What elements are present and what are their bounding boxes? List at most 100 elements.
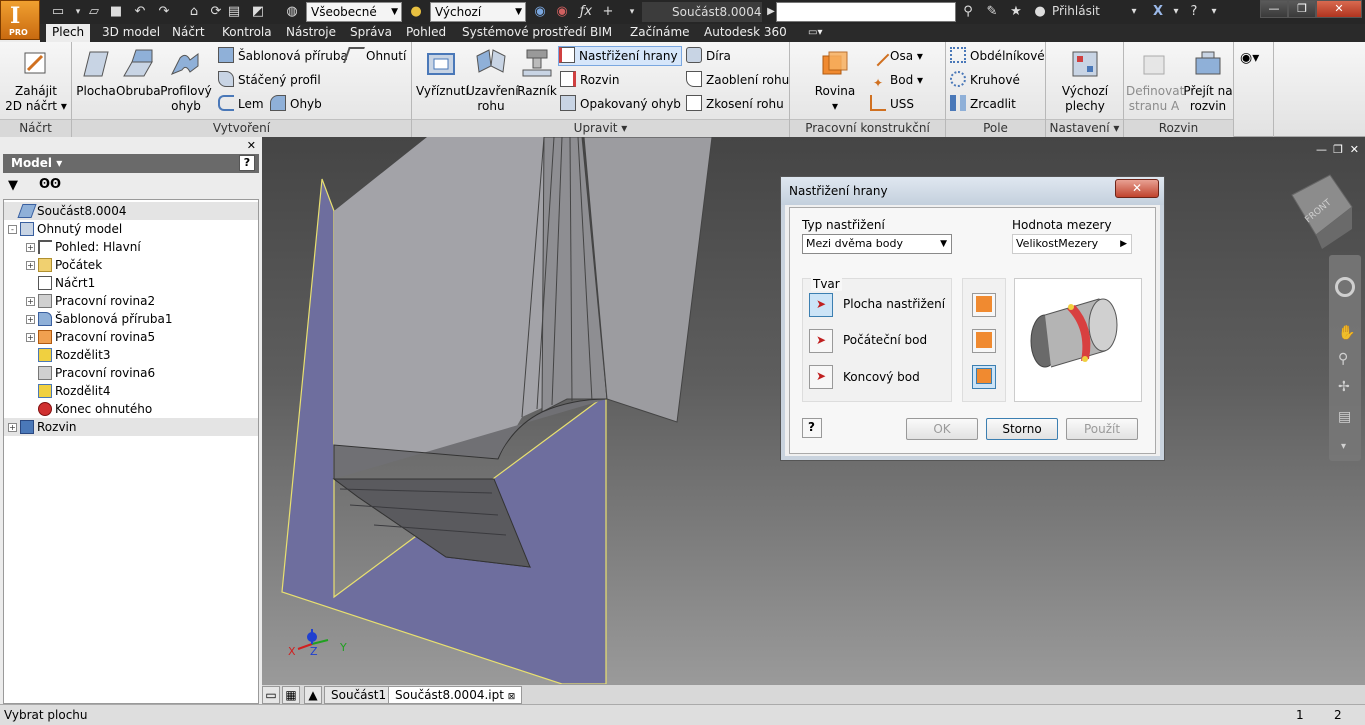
tree-node[interactable]: Náčrt1 bbox=[4, 274, 258, 292]
star-icon[interactable]: ★ bbox=[1008, 4, 1024, 20]
tab-3d-model[interactable]: 3D model bbox=[96, 24, 166, 42]
start-2d-sketch-button[interactable]: Zahájit 2D náčrt ▾ bbox=[4, 46, 68, 114]
fx-icon[interactable]: ƒx bbox=[578, 4, 594, 20]
mirror-button[interactable]: Zrcadlit bbox=[950, 94, 1016, 114]
dialog-help-button[interactable]: ? bbox=[802, 418, 822, 438]
redo-icon[interactable]: ↷ bbox=[156, 4, 172, 20]
cancel-button[interactable]: Storno bbox=[986, 418, 1058, 440]
minimize-button[interactable]: — bbox=[1260, 0, 1288, 18]
tree-node[interactable]: Součást8.0004 bbox=[4, 202, 258, 220]
pan-icon[interactable]: ✋ bbox=[1338, 325, 1355, 341]
tree-node[interactable]: + Pracovní rovina2 bbox=[4, 292, 258, 310]
go-to-flat-pattern-button[interactable]: Přejít na rozvin bbox=[1182, 46, 1234, 114]
viewport-minimize-icon[interactable]: — bbox=[1316, 143, 1327, 156]
fold-button[interactable]: Ohnutí bbox=[343, 46, 406, 66]
doc-tab-soucast8[interactable]: Součást8.0004.ipt ⊠ bbox=[388, 686, 523, 704]
gap-value-input[interactable]: VelikostMezery ▶ bbox=[1012, 234, 1132, 254]
point-button[interactable]: ✦ Bod ▾ bbox=[870, 70, 923, 90]
dialog-close-button[interactable]: ✕ bbox=[1115, 179, 1159, 198]
rectangular-pattern-button[interactable]: Obdélníkové bbox=[950, 46, 1045, 66]
single-point-button[interactable] bbox=[972, 293, 996, 317]
contour-roll-button[interactable]: Šablonová příruba bbox=[218, 46, 348, 66]
expand-toggle-icon[interactable]: + bbox=[26, 333, 35, 342]
rip-face-select-button[interactable]: ➤ bbox=[809, 293, 833, 317]
expand-toggle-icon[interactable]: + bbox=[26, 261, 35, 270]
corner-seam-button[interactable]: Uzavření rohu bbox=[466, 46, 519, 114]
end-point-select-button[interactable]: ➤ bbox=[809, 365, 833, 389]
application-menu-button[interactable]: I PRO bbox=[0, 0, 40, 40]
open-icon[interactable]: ▱ bbox=[86, 4, 102, 20]
doc-tab-soucast1[interactable]: Součást1 bbox=[324, 686, 394, 704]
tree-node[interactable]: + Pracovní rovina5 bbox=[4, 328, 258, 346]
clear-icon[interactable]: ◉ bbox=[554, 4, 570, 20]
corner-round-button[interactable]: Zaoblení rohu bbox=[686, 70, 789, 90]
search-input[interactable] bbox=[776, 2, 956, 22]
expand-toggle-icon[interactable]: + bbox=[26, 297, 35, 306]
tab-close-icon[interactable]: ⊠ bbox=[508, 692, 516, 702]
plane-button[interactable]: Rovina ▾ bbox=[810, 46, 860, 114]
apply-button[interactable]: Použít bbox=[1066, 418, 1138, 440]
color-wheel-icon[interactable]: ● bbox=[408, 4, 424, 20]
material-icon[interactable]: ◍ bbox=[284, 4, 300, 20]
help-icon[interactable]: ? bbox=[1186, 4, 1202, 20]
maximize-button[interactable]: ❐ bbox=[1288, 0, 1316, 18]
plus-icon[interactable]: + bbox=[600, 4, 616, 20]
cut-button[interactable]: Vyříznutí bbox=[416, 46, 469, 99]
sheet-metal-defaults-button[interactable]: Výchozí plechy bbox=[1054, 46, 1116, 114]
flange-button[interactable]: Obruba bbox=[116, 46, 161, 99]
undo-icon[interactable]: ↶ bbox=[132, 4, 148, 20]
tab-autodesk-360[interactable]: Autodesk 360 bbox=[698, 24, 793, 42]
help-dropdown-icon[interactable]: ▾ bbox=[1206, 4, 1222, 20]
punch-tool-button[interactable]: Razník bbox=[516, 46, 558, 99]
steering-wheel-icon[interactable] bbox=[1335, 277, 1355, 297]
face-button[interactable]: Plocha bbox=[74, 46, 118, 99]
home-icon[interactable]: ⌂ bbox=[186, 4, 202, 20]
dialog-title-bar[interactable]: Nastřižení hrany ✕ bbox=[781, 177, 1164, 205]
hole-button[interactable]: Díra bbox=[686, 46, 731, 66]
search-icon[interactable]: ⚲ bbox=[960, 4, 976, 20]
rip-button[interactable]: Nastřižení hrany bbox=[558, 46, 682, 66]
tree-node[interactable]: Pracovní rovina6 bbox=[4, 364, 258, 382]
unfold-button[interactable]: Rozvin bbox=[560, 70, 619, 90]
expand-toggle-icon[interactable]: - bbox=[8, 225, 17, 234]
browser-close-icon[interactable]: ✕ bbox=[247, 139, 256, 152]
tile-icon[interactable]: ▭ bbox=[262, 686, 280, 704]
user-icon[interactable]: ● bbox=[1032, 4, 1048, 20]
exchange-dropdown-icon[interactable]: ▾ bbox=[1168, 4, 1184, 20]
browser-help-icon[interactable]: ? bbox=[239, 155, 255, 171]
start-point-select-button[interactable]: ➤ bbox=[809, 329, 833, 353]
panel-title-upravit[interactable]: Upravit ▾ bbox=[412, 119, 789, 137]
viewport-close-icon[interactable]: ✕ bbox=[1350, 143, 1359, 156]
viewport-restore-icon[interactable]: ❐ bbox=[1333, 143, 1343, 156]
point-to-point-button[interactable] bbox=[972, 329, 996, 353]
adjust-icon[interactable]: ◉ bbox=[532, 4, 548, 20]
orbit-icon[interactable]: ✢ bbox=[1338, 379, 1350, 395]
gap-value-arrow-icon[interactable]: ▶ bbox=[1120, 235, 1127, 253]
browser-header[interactable]: Model ▾ ? bbox=[3, 154, 259, 173]
ribbon-extra-dropdown-icon[interactable]: ◉▾ bbox=[1240, 48, 1259, 68]
corner-chamfer-button[interactable]: Zkosení rohu bbox=[686, 94, 784, 114]
look-at-icon[interactable]: ▤ bbox=[1338, 409, 1351, 425]
refold-button[interactable]: Opakovaný ohyb bbox=[560, 94, 681, 114]
filter-icon[interactable]: ▼ bbox=[8, 178, 18, 193]
tab-nastroje[interactable]: Nástroje bbox=[280, 24, 342, 42]
tree-node[interactable]: + Počátek bbox=[4, 256, 258, 274]
tab-list-icon[interactable]: ▲ bbox=[304, 686, 322, 704]
tree-node[interactable]: + Šablonová příruba1 bbox=[4, 310, 258, 328]
tab-bim[interactable]: BIM bbox=[584, 24, 618, 42]
exchange-icon[interactable]: X bbox=[1150, 4, 1166, 20]
login-dropdown-icon[interactable]: ▾ bbox=[1126, 4, 1142, 20]
tree-node[interactable]: - Ohnutý model bbox=[4, 220, 258, 238]
lofted-flange-button[interactable]: Stáčený profil bbox=[218, 70, 321, 90]
bend-button[interactable]: Ohyb bbox=[270, 94, 322, 114]
contour-flange-button[interactable]: Profilový ohyb bbox=[160, 46, 212, 114]
measure-icon[interactable]: ▤ bbox=[226, 4, 242, 20]
tab-nacrt[interactable]: Náčrt bbox=[166, 24, 211, 42]
tab-kontrola[interactable]: Kontrola bbox=[216, 24, 278, 42]
axis-button[interactable]: Osa ▾ bbox=[866, 43, 923, 67]
appearance-dropdown[interactable]: Výchozí ▼ bbox=[430, 2, 526, 22]
style-dropdown[interactable]: Všeobecné ▼ bbox=[306, 2, 402, 22]
save-icon[interactable]: ■ bbox=[108, 4, 124, 20]
find-icon[interactable]: ʘʘ bbox=[39, 177, 61, 192]
expand-toggle-icon[interactable]: + bbox=[26, 243, 35, 252]
